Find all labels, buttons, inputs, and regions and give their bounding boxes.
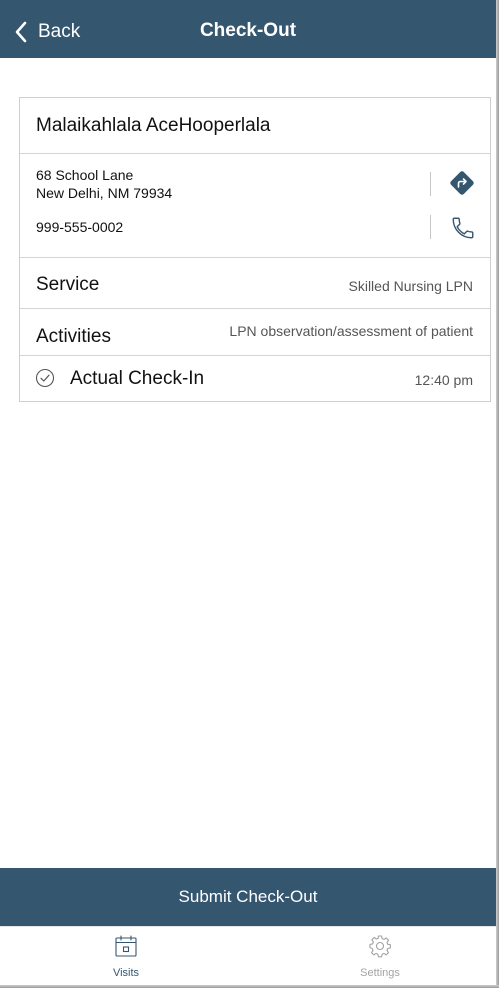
tab-settings[interactable]: Settings — [256, 927, 499, 986]
address-line-1: 68 School Lane — [36, 167, 134, 183]
gear-icon — [369, 935, 391, 958]
visit-details-card: Malaikahlala AceHooperlala 68 School Lan… — [19, 97, 491, 402]
check-circle-icon — [35, 368, 55, 388]
activities-label: Activities — [36, 326, 111, 347]
service-value: Skilled Nursing LPN — [348, 278, 474, 294]
separator — [430, 215, 431, 239]
phone-number: 999-555-0002 — [36, 219, 124, 235]
tab-visits-label: Visits — [112, 967, 140, 979]
tab-settings-label: Settings — [360, 967, 400, 979]
actual-check-in-time: 12:40 pm — [414, 372, 473, 388]
actual-check-in-label: Actual Check-In — [70, 368, 205, 389]
separator — [430, 172, 431, 196]
activities-value: LPN observation/assessment of patient — [229, 323, 473, 339]
phone-icon[interactable] — [450, 215, 476, 241]
service-label: Service — [36, 274, 100, 295]
divider — [20, 153, 490, 154]
patient-name: Malaikahlala AceHooperlala — [36, 115, 271, 136]
page-title: Check-Out — [199, 20, 297, 41]
address-line-2: New Delhi, NM 79934 — [36, 185, 173, 201]
top-nav-bar: Back Check-Out — [0, 0, 496, 58]
tab-bar: Visits Settings — [0, 926, 496, 986]
divider — [20, 308, 490, 309]
directions-icon[interactable] — [447, 168, 477, 198]
submit-check-out-button[interactable]: Submit Check-Out — [0, 868, 496, 926]
divider — [20, 257, 490, 258]
divider — [20, 355, 490, 356]
tab-visits[interactable]: Visits — [2, 927, 250, 986]
calendar-icon — [115, 935, 137, 957]
